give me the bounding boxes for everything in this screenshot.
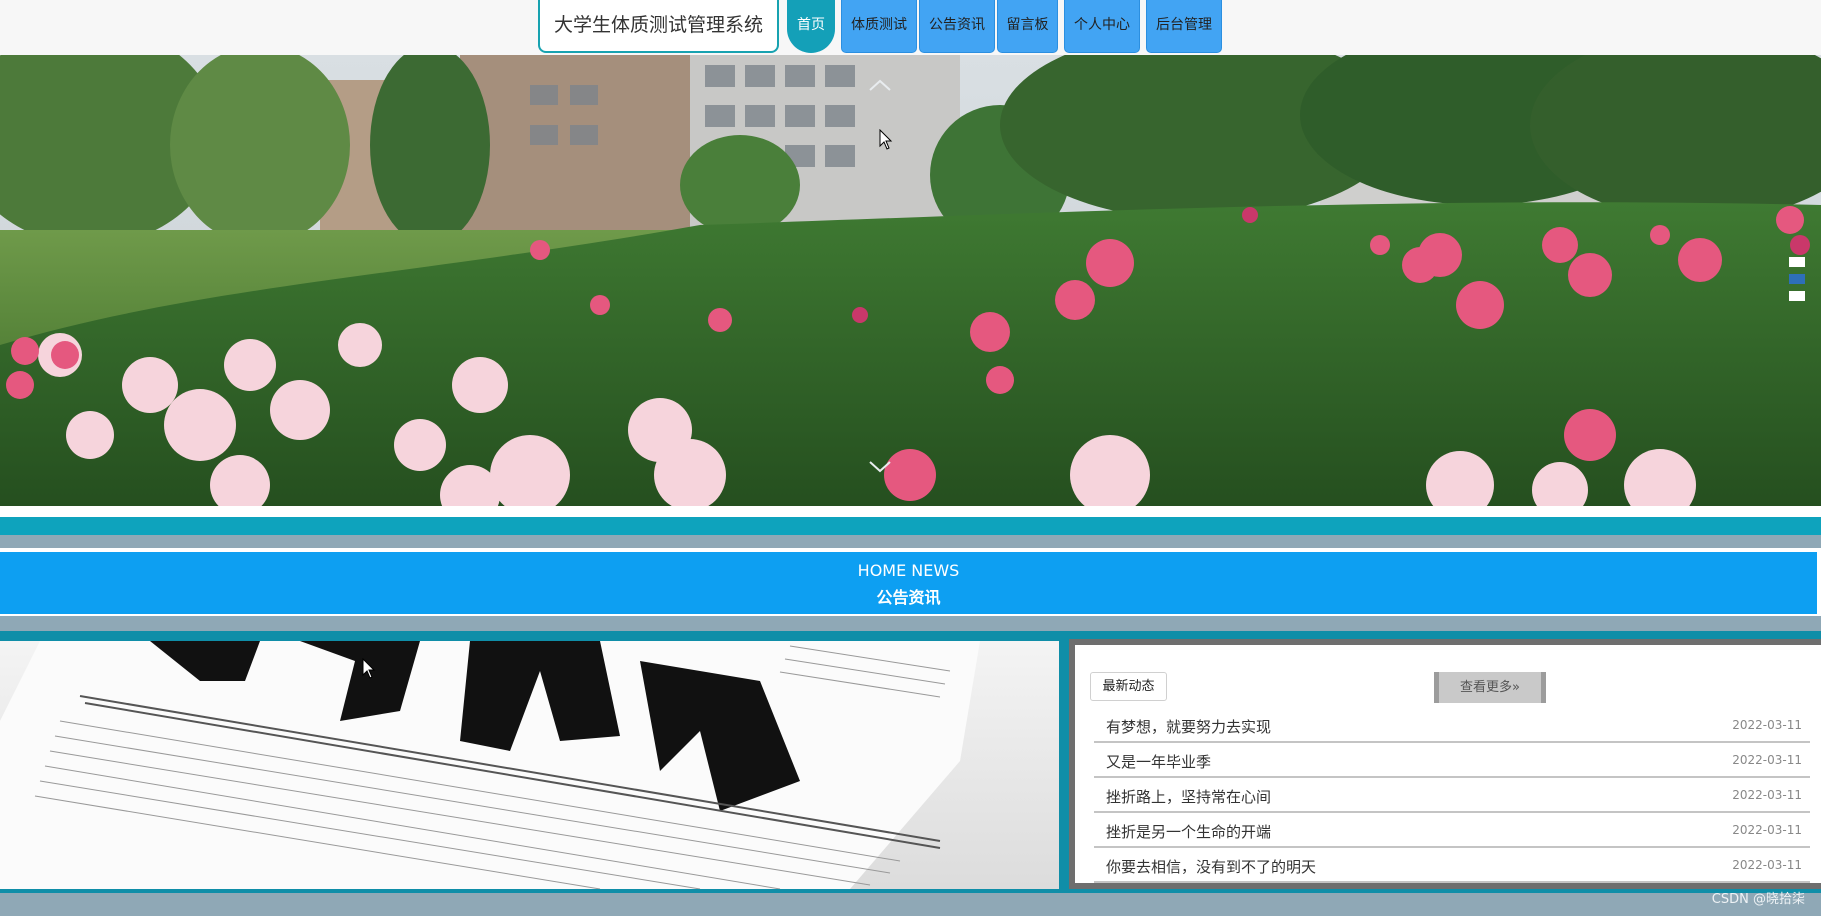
nav-personal-center[interactable]: 个人中心 xyxy=(1064,0,1140,53)
carousel-dot[interactable] xyxy=(1789,291,1805,301)
carousel-dot[interactable] xyxy=(1789,257,1805,267)
news-item-title[interactable]: 你要去相信，没有到不了的明天 xyxy=(1106,856,1316,877)
news-item[interactable]: 有梦想，就要努力去实现 2022-03-11 xyxy=(1094,708,1810,743)
news-item-title[interactable]: 挫折是另一个生命的开端 xyxy=(1106,821,1271,842)
banner-carousel[interactable] xyxy=(0,55,1821,506)
nav-admin[interactable]: 后台管理 xyxy=(1146,0,1222,53)
carousel-dot-active[interactable] xyxy=(1789,274,1805,284)
section-divider xyxy=(0,535,1821,548)
chevron-up-icon[interactable] xyxy=(860,72,900,98)
nav-home[interactable]: 首页 xyxy=(787,0,835,53)
csdn-watermark: CSDN @晓拾柒 xyxy=(1711,892,1805,907)
latest-news-panel: 最新动态 查看更多» 有梦想，就要努力去实现 2022-03-11 又是一年毕业… xyxy=(1069,639,1821,889)
top-nav-bar: 大学生体质测试管理系统 首页 体质测试 公告资讯 留言板 个人中心 后台管理 xyxy=(0,0,1821,55)
news-item-title[interactable]: 有梦想，就要努力去实现 xyxy=(1106,716,1271,737)
chevron-down-icon[interactable] xyxy=(860,454,900,480)
site-title: 大学生体质测试管理系统 xyxy=(538,0,779,53)
latest-news-tag: 最新动态 xyxy=(1090,672,1167,701)
news-item-date: 2022-03-11 xyxy=(1732,858,1802,872)
news-item-date: 2022-03-11 xyxy=(1732,753,1802,767)
news-item-date: 2022-03-11 xyxy=(1732,823,1802,837)
mouse-cursor-icon xyxy=(879,129,893,150)
footer-strip xyxy=(0,893,1821,916)
news-item[interactable]: 挫折是另一个生命的开端 2022-03-11 xyxy=(1094,813,1810,848)
mouse-cursor-icon xyxy=(362,658,376,679)
news-photo[interactable] xyxy=(0,641,1059,889)
nav-message-board[interactable]: 留言板 xyxy=(997,0,1058,53)
news-item-title[interactable]: 挫折路上，坚持常在心间 xyxy=(1106,786,1271,807)
view-more-button[interactable]: 查看更多» xyxy=(1434,672,1546,703)
news-heading-en: HOME NEWS xyxy=(857,561,960,580)
news-section-heading: HOME NEWS 公告资讯 xyxy=(0,552,1817,614)
news-item[interactable]: 又是一年毕业季 2022-03-11 xyxy=(1094,743,1810,778)
section-divider xyxy=(0,517,1821,535)
news-item-title[interactable]: 又是一年毕业季 xyxy=(1106,751,1211,772)
banner-image xyxy=(0,55,1821,506)
news-list: 有梦想，就要努力去实现 2022-03-11 又是一年毕业季 2022-03-1… xyxy=(1094,708,1810,883)
news-item[interactable]: 你要去相信，没有到不了的明天 2022-03-11 xyxy=(1094,848,1810,883)
carousel-indicators xyxy=(1789,257,1805,308)
news-item[interactable]: 挫折路上，坚持常在心间 2022-03-11 xyxy=(1094,778,1810,813)
news-item-date: 2022-03-11 xyxy=(1732,718,1802,732)
section-divider xyxy=(0,616,1821,631)
news-item-date: 2022-03-11 xyxy=(1732,788,1802,802)
nav-announcements[interactable]: 公告资讯 xyxy=(919,0,995,53)
news-heading-cn: 公告资讯 xyxy=(876,588,941,607)
newspaper-image xyxy=(0,641,1059,889)
nav-fitness-test[interactable]: 体质测试 xyxy=(841,0,917,53)
